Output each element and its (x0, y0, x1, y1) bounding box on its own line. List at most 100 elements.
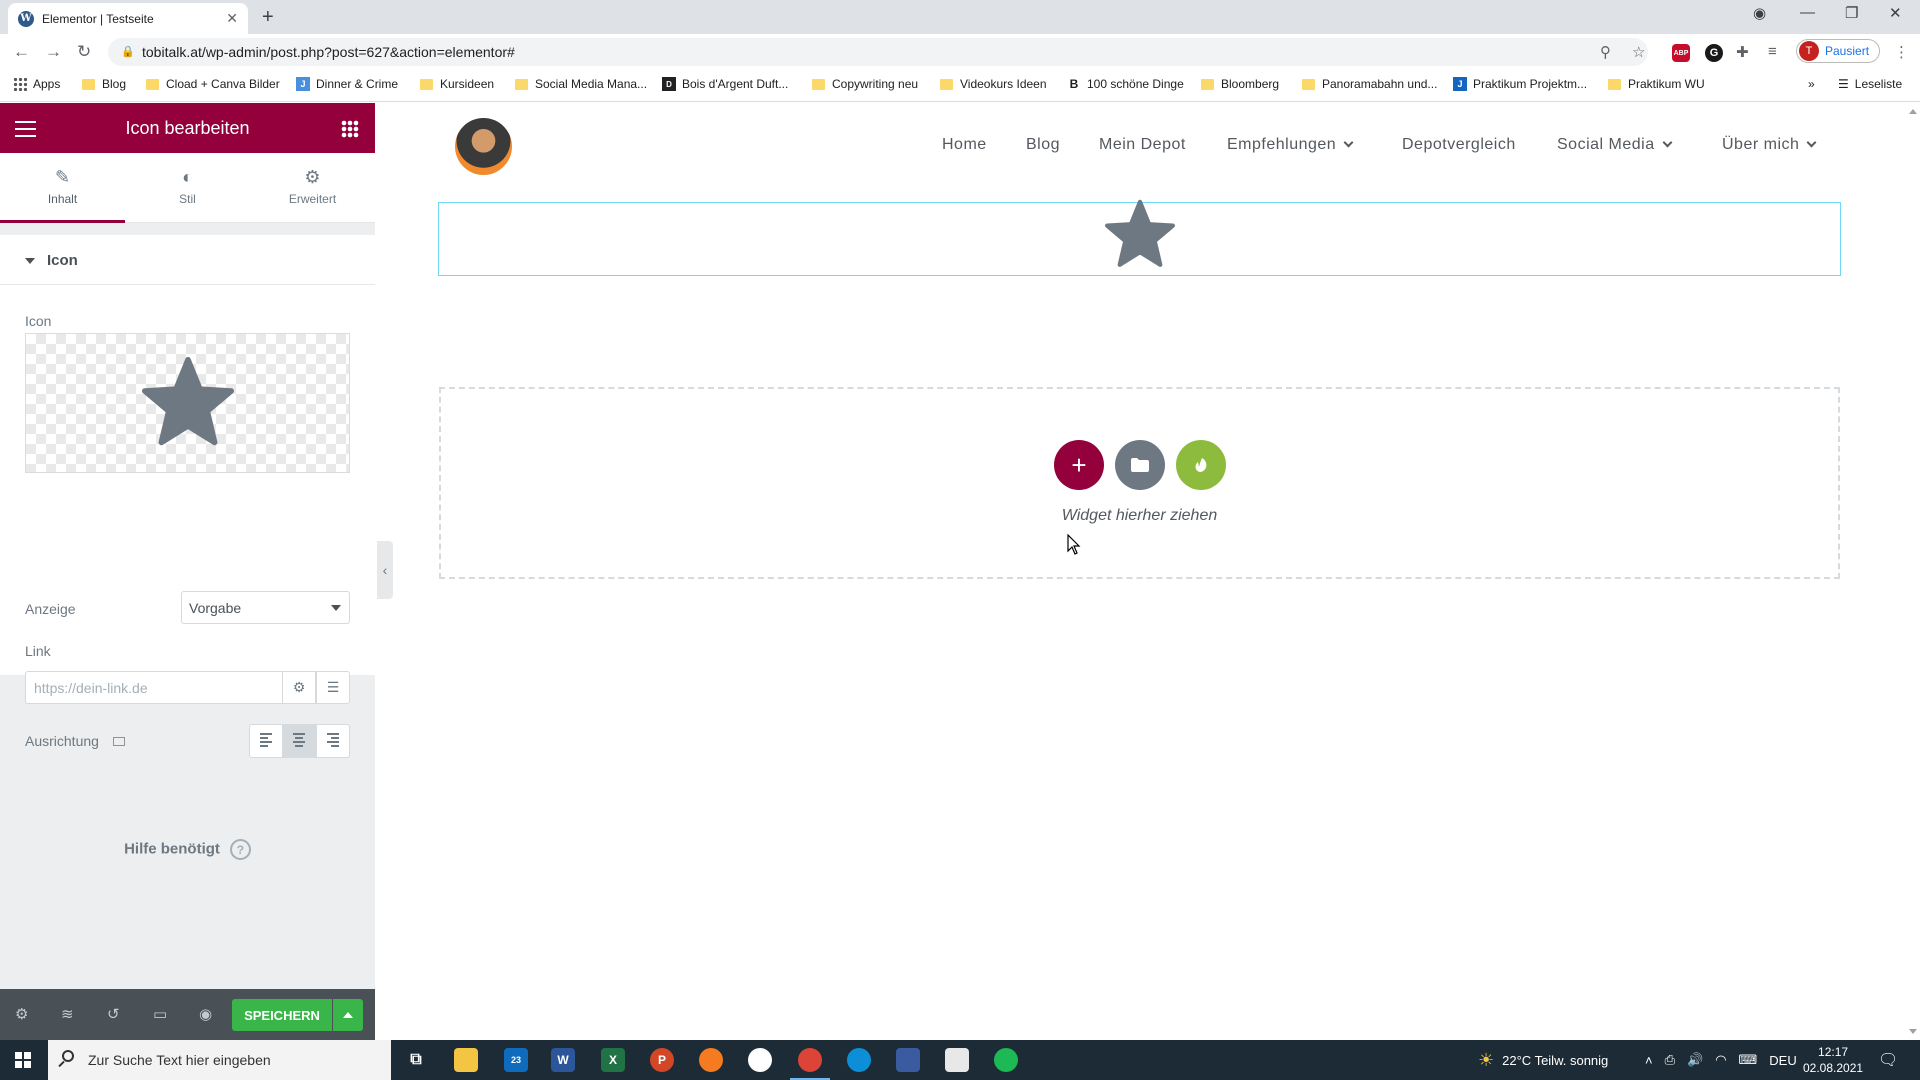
site-icon: J (296, 77, 310, 91)
section-icon-toggle[interactable]: Icon (0, 235, 375, 285)
profile-button[interactable]: T Pausiert (1796, 39, 1881, 63)
nav-depotvergleich[interactable]: Depotvergleich (1402, 136, 1516, 154)
nav-social-media[interactable]: Social Media (1557, 136, 1673, 154)
desktop-icon[interactable] (112, 736, 125, 746)
align-center-button[interactable] (283, 725, 317, 757)
bookmark-praktikum-projekt[interactable]: J Praktikum Projektm... (1453, 77, 1587, 91)
scroll-down-icon[interactable] (1909, 1029, 1917, 1034)
obs-icon[interactable] (748, 1048, 772, 1072)
zoom-icon[interactable]: ⚲ (1600, 43, 1611, 61)
browser-tab[interactable]: W Elementor | Testseite ✕ (8, 3, 248, 34)
tray-icons[interactable]: ˄ ⎙ 🔊 ◠ ⌨ DEU (1645, 1040, 1797, 1080)
notifications-icon[interactable]: 🗨 (1878, 1040, 1898, 1080)
minimize-icon[interactable]: — (1800, 4, 1815, 21)
notepad-icon[interactable] (945, 1048, 969, 1072)
bookmark-100-dinge[interactable]: B 100 schöne Dinge (1067, 77, 1184, 91)
chrome-icon[interactable] (790, 1048, 830, 1080)
bookmark-kursideen[interactable]: Kursideen (420, 77, 494, 91)
preview-eye-icon[interactable]: ◉ (199, 1005, 212, 1023)
windows-start-icon[interactable] (15, 1052, 31, 1068)
add-template-button[interactable] (1115, 440, 1165, 490)
icon-picker[interactable] (25, 333, 350, 473)
collapse-panel-button[interactable]: ‹ (377, 541, 393, 599)
menu-icon[interactable]: ⋮ (1894, 43, 1909, 61)
add-section-button[interactable]: + (1054, 440, 1104, 490)
nav-home[interactable]: Home (942, 136, 987, 154)
spotify-icon[interactable] (994, 1048, 1018, 1072)
responsive-icon[interactable]: ▭ (153, 1005, 167, 1023)
bookmark-bloomberg[interactable]: Bloomberg (1201, 77, 1279, 91)
restore-icon[interactable]: ❐ (1845, 4, 1858, 22)
bookmark-cload[interactable]: Cload + Canva Bilder (146, 77, 280, 91)
adblock-icon[interactable]: ABP (1672, 44, 1690, 62)
bookmark-dinner[interactable]: J Dinner & Crime (296, 77, 398, 91)
scroll-up-icon[interactable] (1909, 109, 1917, 114)
display-select[interactable]: Vorgabe (181, 591, 350, 624)
display-label: Anzeige (25, 601, 76, 617)
clock[interactable]: 12:17 02.08.2021 (1803, 1044, 1863, 1076)
nav-empfehlungen[interactable]: Empfehlungen (1227, 136, 1354, 154)
bookmark-label: Copywriting neu (832, 77, 919, 91)
envato-kit-button[interactable] (1176, 440, 1226, 490)
help-link[interactable]: Hilfe benötigt? (0, 839, 375, 860)
bookmark-social-media[interactable]: Social Media Mana... (515, 77, 647, 91)
file-explorer-icon[interactable] (454, 1048, 478, 1072)
site-logo-avatar[interactable] (455, 118, 512, 175)
media-queue-icon[interactable]: ≡ (1768, 43, 1777, 60)
task-view-icon[interactable]: ⧉ (404, 1048, 428, 1072)
close-window-icon[interactable]: ✕ (1889, 4, 1902, 22)
reload-icon[interactable]: ↻ (77, 42, 91, 62)
new-tab-icon[interactable]: + (262, 6, 274, 29)
more-bookmarks-icon[interactable]: » (1808, 77, 1815, 91)
link-input[interactable] (25, 671, 283, 704)
widgets-grid-icon[interactable] (341, 120, 359, 138)
history-icon[interactable]: ↺ (107, 1005, 120, 1023)
bookmark-star-icon[interactable]: ☆ (1632, 43, 1645, 61)
mail-icon[interactable]: 23 (504, 1048, 528, 1072)
preview-scrollbar[interactable] (1905, 103, 1920, 1040)
save-button[interactable]: SPEICHERN (232, 999, 332, 1031)
close-tab-icon[interactable]: ✕ (226, 10, 238, 27)
icon-widget[interactable] (438, 199, 1841, 276)
app-icon[interactable] (699, 1048, 723, 1072)
tab-search-icon[interactable]: ◉ (1753, 4, 1766, 22)
widget-drop-zone[interactable]: + Widget hierher ziehen (439, 387, 1840, 579)
word-icon[interactable]: W (551, 1048, 575, 1072)
excel-icon[interactable]: X (601, 1048, 625, 1072)
navigator-icon[interactable]: ≋ (61, 1005, 74, 1023)
align-right-button[interactable] (317, 725, 349, 757)
nav-ueber-mich[interactable]: Über mich (1722, 136, 1817, 154)
bookmark-videokurs[interactable]: Videokurs Ideen (940, 77, 1047, 91)
save-options-button[interactable] (333, 999, 363, 1031)
reading-list[interactable]: ☰ Leseliste (1838, 77, 1902, 91)
bookmark-blog[interactable]: Blog (82, 77, 126, 91)
tab-inhalt[interactable]: ✎ Inhalt (0, 153, 125, 223)
align-left-button[interactable] (250, 725, 284, 757)
app-icon[interactable] (896, 1048, 920, 1072)
tab-erweitert[interactable]: ⚙ Erweitert (250, 153, 375, 222)
bookmark-bois[interactable]: D Bois d'Argent Duft... (662, 77, 788, 91)
weather-widget[interactable]: ☀ 22°C Teilw. sonnig (1478, 1040, 1608, 1080)
tab-stil[interactable]: ◐ Stil (125, 153, 250, 222)
settings-icon[interactable]: ⚙ (15, 1005, 28, 1023)
powerpoint-icon[interactable]: P (650, 1048, 674, 1072)
bookmark-label: Bloomberg (1221, 77, 1280, 91)
address-bar[interactable]: 🔒 tobitalk.at/wp-admin/post.php?post=627… (108, 38, 1648, 66)
dynamic-tags-button[interactable]: ☰ (316, 671, 350, 704)
bookmark-apps[interactable]: Apps (13, 77, 60, 91)
nav-mein-depot[interactable]: Mein Depot (1099, 136, 1186, 154)
grammarly-icon[interactable]: G (1705, 44, 1723, 62)
bookmark-panoramabahn[interactable]: Panoramabahn und... (1302, 77, 1437, 91)
link-options-button[interactable]: ⚙ (282, 671, 316, 704)
folder-icon (940, 78, 953, 90)
edge-icon[interactable] (847, 1048, 871, 1072)
forward-icon[interactable]: → (45, 42, 62, 62)
chevron-down-icon (1806, 137, 1817, 148)
taskbar-search[interactable]: Zur Suche Text hier eingeben (48, 1040, 391, 1080)
bookmark-copywriting[interactable]: Copywriting neu (812, 77, 918, 91)
extensions-icon[interactable]: ✚ (1736, 43, 1749, 61)
star-icon (142, 356, 234, 446)
nav-blog[interactable]: Blog (1026, 136, 1060, 154)
back-icon[interactable]: ← (13, 42, 30, 62)
bookmark-praktikum-wu[interactable]: Praktikum WU (1608, 77, 1705, 91)
